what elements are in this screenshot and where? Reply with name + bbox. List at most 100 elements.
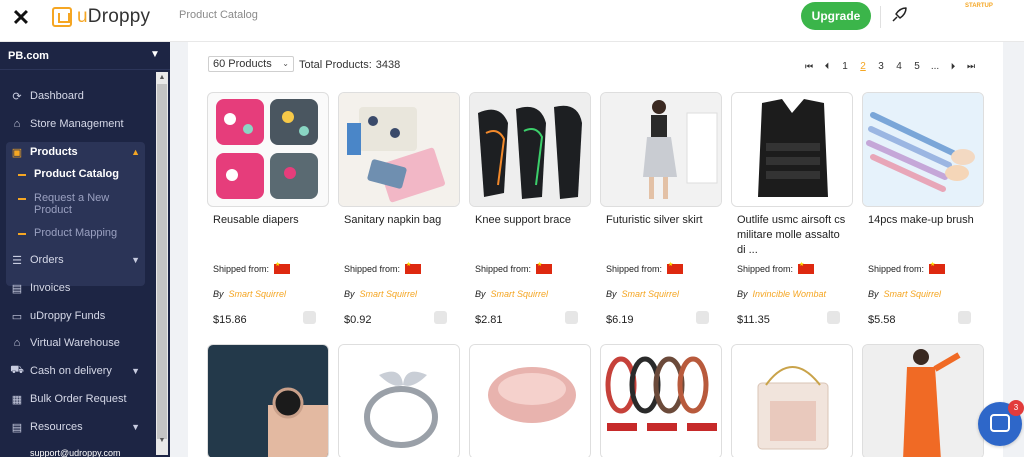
- product-title[interactable]: Outlife usmc airsoft cs militare molle a…: [737, 213, 849, 258]
- top-bar: ✕ uDroppy Product Catalog Upgrade STARTU…: [0, 0, 1024, 42]
- seller-name[interactable]: Smart Squirrel: [491, 289, 549, 299]
- select-checkbox[interactable]: [565, 311, 578, 324]
- product-image-ring[interactable]: [338, 344, 460, 457]
- product-card[interactable]: 14pcs make-up brush Shipped from: BySmar…: [862, 92, 984, 326]
- product-card[interactable]: Reusable diapers Shipped from: BySmart S…: [207, 92, 329, 326]
- product-image-makeup-brush[interactable]: [862, 92, 984, 207]
- products-icon: ▣: [11, 146, 23, 159]
- product-title[interactable]: 14pcs make-up brush: [868, 213, 980, 228]
- seller-name[interactable]: Smart Squirrel: [229, 289, 287, 299]
- pagination: ⏮ ⏴ 1 2 3 4 5 ... ⏵ ⏭: [800, 59, 980, 73]
- product-card[interactable]: Knee support brace Shipped from: BySmart…: [469, 92, 591, 326]
- page-5[interactable]: 5: [912, 61, 922, 72]
- page-3[interactable]: 3: [876, 61, 886, 72]
- product-price: $6.19: [606, 314, 634, 326]
- product-title[interactable]: Sanitary napkin bag: [344, 213, 456, 228]
- seller-line: By Smart Squirrel: [213, 289, 287, 299]
- shipped-from: Shipped from:: [344, 261, 422, 274]
- seller-line: By Smart Squirrel: [475, 289, 549, 299]
- product-image-diapers[interactable]: [207, 92, 329, 207]
- select-checkbox[interactable]: [696, 311, 709, 324]
- warehouse-icon: ⌂: [13, 337, 21, 349]
- select-checkbox[interactable]: [827, 311, 840, 324]
- china-flag-icon: [274, 261, 291, 274]
- product-card[interactable]: Futuristic silver skirt Shipped from: By…: [600, 92, 722, 326]
- sidebar-subitem-product-mapping[interactable]: Product Mapping: [18, 227, 146, 239]
- chevron-down-icon: ⌄: [282, 59, 289, 68]
- scroll-up-icon[interactable]: ▲: [157, 73, 167, 83]
- product-title[interactable]: Reusable diapers: [213, 213, 325, 228]
- product-image-knee-brace[interactable]: [469, 92, 591, 207]
- udroppy-logo[interactable]: uDroppy: [52, 6, 150, 28]
- shipped-from: Shipped from:: [737, 261, 815, 274]
- sidebar-item-virtual-warehouse[interactable]: ⌂ Virtual Warehouse: [0, 332, 150, 354]
- upgrade-button[interactable]: Upgrade: [801, 2, 871, 30]
- product-image-orange-dress[interactable]: [862, 344, 984, 457]
- product-card[interactable]: [600, 344, 722, 457]
- seller-line: By Smart Squirrel: [868, 289, 942, 299]
- product-image-tactical-vest[interactable]: [731, 92, 853, 207]
- close-icon[interactable]: ✕: [10, 7, 32, 29]
- sidebar-item-store-management[interactable]: ⌂ Store Management: [0, 113, 150, 135]
- sidebar-item-funds[interactable]: ▭ uDroppy Funds: [0, 305, 150, 327]
- sidebar-item-cash-on-delivery[interactable]: ⛟ Cash on delivery ▼: [0, 360, 150, 382]
- page-2[interactable]: 2: [858, 61, 868, 72]
- sidebar-scroll-thumb[interactable]: [157, 84, 167, 439]
- seller-name[interactable]: Smart Squirrel: [622, 289, 680, 299]
- select-checkbox[interactable]: [958, 311, 971, 324]
- sidebar-item-dashboard[interactable]: ⟳ Dashboard: [0, 85, 150, 107]
- product-title[interactable]: Futuristic silver skirt: [606, 213, 718, 228]
- store-selector[interactable]: PB.com ▼: [0, 42, 170, 70]
- sidebar-item-orders[interactable]: ☰ Orders ▼: [0, 249, 150, 271]
- sidebar-item-invoices[interactable]: ▤ Invoices: [0, 277, 150, 299]
- product-card[interactable]: [207, 344, 329, 457]
- product-image-napkin-bag[interactable]: [338, 92, 460, 207]
- china-flag-icon: [929, 261, 946, 274]
- product-image-silver-skirt[interactable]: [600, 92, 722, 207]
- prev-page-icon[interactable]: ⏴: [822, 61, 832, 72]
- product-title[interactable]: Knee support brace: [475, 213, 587, 228]
- store-icon: ⌂: [13, 118, 21, 130]
- next-page-icon[interactable]: ⏵: [948, 61, 958, 72]
- product-card[interactable]: [862, 344, 984, 457]
- product-card[interactable]: [338, 344, 460, 457]
- product-image-hair-brush[interactable]: [469, 344, 591, 457]
- sidebar-subitem-request-product[interactable]: Request a New Product: [18, 192, 146, 216]
- per-page-select[interactable]: 60 Products ⌄: [208, 56, 294, 72]
- sidebar-subitem-product-catalog[interactable]: Product Catalog: [18, 168, 146, 180]
- product-card[interactable]: [469, 344, 591, 457]
- page-ellipsis: ...: [930, 60, 940, 72]
- product-card[interactable]: [731, 344, 853, 457]
- product-image-watch[interactable]: [207, 344, 329, 457]
- seller-name[interactable]: Invincible Wombat: [753, 289, 827, 299]
- page-4[interactable]: 4: [894, 61, 904, 72]
- rocket-icon[interactable]: [890, 6, 908, 24]
- product-image-cables[interactable]: [600, 344, 722, 457]
- select-checkbox[interactable]: [434, 311, 447, 324]
- chevron-down-icon: ▼: [131, 255, 140, 265]
- chat-icon: [990, 414, 1010, 432]
- seller-name[interactable]: Smart Squirrel: [884, 289, 942, 299]
- product-card[interactable]: Outlife usmc airsoft cs militare molle a…: [731, 92, 853, 326]
- chevron-down-icon: ▼: [131, 366, 140, 376]
- dash-icon: [18, 174, 26, 176]
- select-checkbox[interactable]: [303, 311, 316, 324]
- page-1[interactable]: 1: [840, 61, 850, 72]
- product-price: $11.35: [737, 314, 770, 326]
- funds-icon: ▭: [11, 310, 23, 323]
- seller-name[interactable]: Smart Squirrel: [360, 289, 418, 299]
- sidebar-item-resources[interactable]: ▤ Resources ▼: [0, 416, 150, 438]
- sidebar-item-bulk-order[interactable]: ▦ Bulk Order Request: [0, 388, 150, 410]
- logo-box-icon: [52, 7, 72, 27]
- china-flag-icon: [798, 261, 815, 274]
- product-price: $15.86: [213, 314, 247, 326]
- scroll-down-icon[interactable]: ▼: [157, 436, 167, 446]
- first-page-icon[interactable]: ⏮: [804, 61, 814, 72]
- product-card[interactable]: Sanitary napkin bag Shipped from: BySmar…: [338, 92, 460, 326]
- china-flag-icon: [536, 261, 553, 274]
- product-price: $2.81: [475, 314, 503, 326]
- support-email[interactable]: support@udroppy.com: [30, 448, 121, 457]
- last-page-icon[interactable]: ⏭: [966, 61, 976, 72]
- product-image-handbag[interactable]: [731, 344, 853, 457]
- sidebar-item-products[interactable]: ▣ Products ▲: [0, 141, 150, 163]
